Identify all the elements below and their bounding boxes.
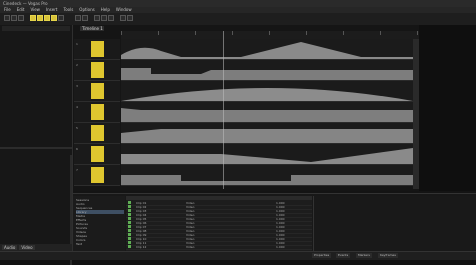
- envelope-shape: [121, 129, 413, 143]
- track-label: 6: [76, 147, 78, 151]
- status-tab-properties[interactable]: Properties: [312, 253, 332, 258]
- window-title: Cinedeck — Vegas Pro: [3, 1, 48, 6]
- media-icon: [128, 245, 131, 248]
- track-header[interactable]: 6: [74, 144, 120, 165]
- stop-icon[interactable]: [101, 15, 107, 21]
- track-label: 7: [76, 168, 78, 172]
- tab-video[interactable]: Video: [19, 245, 35, 250]
- track-lane[interactable]: [121, 123, 413, 144]
- media-icon: [128, 241, 131, 244]
- folder-tree: Sessions Audio Sequences Library Media E…: [73, 196, 125, 251]
- envelope-shape: [121, 148, 413, 164]
- properties-panel: [313, 196, 476, 251]
- track-color-swatch: [91, 167, 104, 183]
- media-icon: [128, 205, 131, 208]
- media-icon: [128, 201, 131, 204]
- track-color-swatch: [91, 104, 104, 120]
- tool-select-icon[interactable]: [30, 15, 36, 21]
- track-label: 1: [76, 42, 78, 46]
- media-icon: [128, 233, 131, 236]
- media-icon: [128, 237, 131, 240]
- status-tab-keyframes[interactable]: Keyframes: [378, 253, 398, 258]
- envelope-shape: [121, 108, 413, 122]
- playhead-cursor[interactable]: [223, 31, 224, 189]
- new-icon[interactable]: [4, 15, 10, 21]
- envelope-shape: [121, 88, 413, 101]
- track-color-swatch: [91, 125, 104, 141]
- envelope-shape: [121, 42, 413, 59]
- tab-timeline[interactable]: Timeline 1: [80, 26, 104, 31]
- status-tab-markers[interactable]: Markers: [356, 253, 372, 258]
- save-icon[interactable]: [18, 15, 24, 21]
- track-lane[interactable]: [121, 144, 413, 165]
- track-header[interactable]: 1: [74, 39, 120, 60]
- track-color-swatch: [91, 62, 104, 78]
- tool-split-icon[interactable]: [58, 15, 64, 21]
- media-icon: [128, 209, 131, 212]
- tool-zoom-icon[interactable]: [51, 15, 57, 21]
- app-window: Cinedeck — Vegas Pro File Edit View Inse…: [0, 0, 476, 265]
- media-icon: [128, 213, 131, 216]
- status-tab-events[interactable]: Events: [336, 253, 351, 258]
- record-icon[interactable]: [108, 15, 114, 21]
- track-label: 3: [76, 84, 78, 88]
- track-color-swatch: [91, 41, 104, 57]
- track-lane[interactable]: [121, 60, 413, 81]
- track-label: 2: [76, 63, 78, 67]
- track-header[interactable]: 3: [74, 81, 120, 102]
- track-label: 4: [76, 105, 78, 109]
- track-color-swatch: [91, 146, 104, 162]
- title-bar: Cinedeck — Vegas Pro: [0, 0, 476, 7]
- envelope-shape: [121, 175, 413, 185]
- track-header[interactable]: 7: [74, 165, 120, 186]
- undo-icon[interactable]: [75, 15, 81, 21]
- tree-item[interactable]: Text: [76, 242, 124, 246]
- left-panel-header: [2, 26, 70, 31]
- track-color-swatch: [91, 83, 104, 99]
- panel-divider[interactable]: [0, 147, 72, 149]
- track-header[interactable]: 4: [74, 102, 120, 123]
- track-lane[interactable]: [121, 81, 413, 102]
- open-icon[interactable]: [11, 15, 17, 21]
- right-empty-area: [419, 25, 476, 191]
- tool-envelope-icon[interactable]: [44, 15, 50, 21]
- envelope-shape: [121, 68, 413, 80]
- redo-icon[interactable]: [82, 15, 88, 21]
- media-list: Clip 01 Video 1.000 Clip 02 Video 1.000 …: [126, 196, 312, 251]
- media-icon: [128, 229, 131, 232]
- left-panel-tabs: Audio Video: [0, 244, 72, 251]
- loop-icon[interactable]: [127, 15, 133, 21]
- left-panel: [0, 25, 73, 265]
- snap-icon[interactable]: [120, 15, 126, 21]
- play-icon[interactable]: [94, 15, 100, 21]
- media-icon: [128, 221, 131, 224]
- track-header[interactable]: 5: [74, 123, 120, 144]
- track-lane[interactable]: [121, 165, 413, 186]
- track-lane[interactable]: [121, 102, 413, 123]
- track-label: 5: [76, 126, 78, 130]
- track-header[interactable]: 2: [74, 60, 120, 81]
- list-item[interactable]: Clip 12 Video 1.000: [126, 245, 312, 250]
- tool-edit-icon[interactable]: [37, 15, 43, 21]
- list-header: [126, 196, 312, 200]
- track-lane[interactable]: [121, 39, 413, 60]
- tab-audio[interactable]: Audio: [2, 245, 18, 250]
- media-icon: [128, 225, 131, 228]
- media-icon: [128, 217, 131, 220]
